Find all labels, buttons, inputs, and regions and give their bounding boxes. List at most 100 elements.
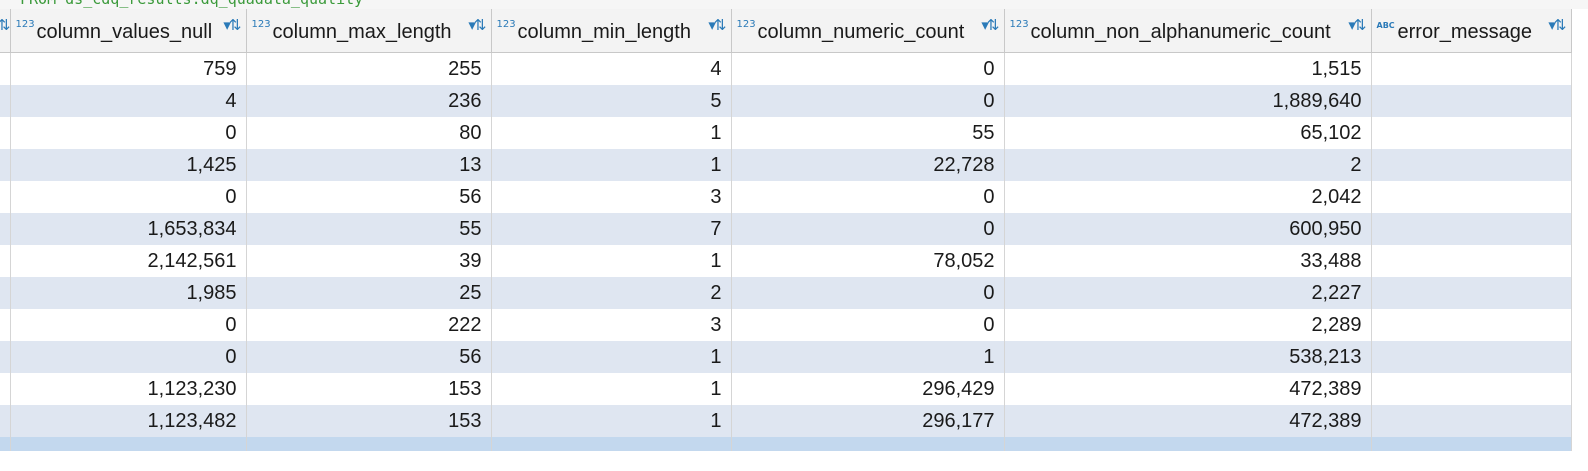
table-cell[interactable]: 4: [491, 52, 732, 85]
table-cell[interactable]: 236: [246, 85, 492, 117]
row-edge-cell[interactable]: [0, 213, 11, 245]
table-cell[interactable]: [1004, 437, 1372, 451]
column-header-non-alphanumeric-count[interactable]: 123 column_non_alphanumeric_count ▾⇅: [1004, 9, 1372, 53]
table-cell[interactable]: [491, 437, 732, 451]
row-edge-cell[interactable]: [0, 149, 11, 181]
table-cell[interactable]: [1371, 213, 1572, 245]
table-cell[interactable]: 0: [731, 52, 1005, 85]
table-cell[interactable]: [246, 437, 492, 451]
table-cell[interactable]: 13: [246, 149, 492, 181]
table-cell[interactable]: 1: [491, 149, 732, 181]
row-edge-cell[interactable]: [0, 373, 11, 405]
table-cell[interactable]: 0: [10, 309, 247, 341]
column-header-min-length[interactable]: 123 column_min_length ▾⇅: [491, 9, 732, 53]
table-cell[interactable]: 153: [246, 405, 492, 437]
table-cell[interactable]: 1: [491, 117, 732, 149]
table-cell[interactable]: 296,177: [731, 405, 1005, 437]
table-cell[interactable]: 1: [491, 341, 732, 373]
table-cell[interactable]: 1,123,230: [10, 373, 247, 405]
table-cell[interactable]: 1: [491, 373, 732, 405]
sort-filter-icon[interactable]: ▾⇅: [1548, 16, 1566, 34]
table-cell[interactable]: 0: [731, 277, 1005, 309]
table-cell[interactable]: 2,289: [1004, 309, 1372, 341]
table-cell[interactable]: [1371, 181, 1572, 213]
table-row[interactable]: 1,985 25 2 0 2,227: [0, 277, 1572, 309]
table-cell[interactable]: [0, 437, 11, 451]
sort-filter-icon[interactable]: ▾⇅: [468, 16, 486, 34]
table-cell[interactable]: 1,985: [10, 277, 247, 309]
table-cell[interactable]: 0: [10, 341, 247, 373]
row-edge-cell[interactable]: [0, 52, 11, 85]
table-cell[interactable]: 80: [246, 117, 492, 149]
table-cell[interactable]: [1371, 341, 1572, 373]
table-row[interactable]: 1,123,230 153 1 296,429 472,389: [0, 373, 1572, 405]
table-cell[interactable]: 472,389: [1004, 405, 1372, 437]
table-cell[interactable]: 22,728: [731, 149, 1005, 181]
table-cell[interactable]: 4: [10, 85, 247, 117]
table-cell[interactable]: 25: [246, 277, 492, 309]
table-cell[interactable]: 222: [246, 309, 492, 341]
table-cell[interactable]: 600,950: [1004, 213, 1372, 245]
table-cell[interactable]: 5: [491, 85, 732, 117]
table-cell[interactable]: [731, 437, 1005, 451]
table-cell[interactable]: 0: [731, 85, 1005, 117]
column-header-numeric-count[interactable]: 123 column_numeric_count ▾⇅: [731, 9, 1005, 53]
table-cell[interactable]: 153: [246, 373, 492, 405]
table-row[interactable]: 0 80 1 55 65,102: [0, 117, 1572, 149]
table-cell[interactable]: 1,653,834: [10, 213, 247, 245]
table-cell[interactable]: 296,429: [731, 373, 1005, 405]
sort-filter-icon[interactable]: ▾⇅: [1348, 16, 1366, 34]
table-cell[interactable]: 0: [731, 213, 1005, 245]
table-cell[interactable]: [1371, 437, 1572, 451]
row-edge-cell[interactable]: [0, 277, 11, 309]
table-cell[interactable]: [1371, 245, 1572, 277]
sort-filter-icon[interactable]: ▾⇅: [981, 16, 999, 34]
table-cell[interactable]: 0: [731, 309, 1005, 341]
table-cell[interactable]: [1371, 149, 1572, 181]
table-cell[interactable]: 1,425: [10, 149, 247, 181]
table-cell[interactable]: 2,227: [1004, 277, 1372, 309]
table-cell[interactable]: 1,123,482: [10, 405, 247, 437]
table-cell[interactable]: 1: [491, 405, 732, 437]
table-cell[interactable]: [1371, 117, 1572, 149]
table-cell[interactable]: [10, 437, 247, 451]
row-edge-cell[interactable]: [0, 245, 11, 277]
table-cell[interactable]: 0: [731, 181, 1005, 213]
column-header-error-message[interactable]: ABC error_message ▾⇅: [1371, 9, 1572, 53]
table-cell[interactable]: 1,889,640: [1004, 85, 1372, 117]
sort-filter-icon[interactable]: ▾⇅: [708, 16, 726, 34]
table-cell[interactable]: [1371, 277, 1572, 309]
table-row[interactable]: 4 236 5 0 1,889,640: [0, 85, 1572, 117]
table-cell[interactable]: 39: [246, 245, 492, 277]
table-cell[interactable]: 1,515: [1004, 52, 1372, 85]
table-cell[interactable]: 33,488: [1004, 245, 1372, 277]
column-header-max-length[interactable]: 123 column_max_length ▾⇅: [246, 9, 492, 53]
table-cell[interactable]: 2,042: [1004, 181, 1372, 213]
sort-filter-icon[interactable]: ▾⇅: [223, 16, 241, 34]
table-cell[interactable]: [1371, 52, 1572, 85]
row-edge-cell[interactable]: [0, 117, 11, 149]
table-cell[interactable]: 1: [731, 341, 1005, 373]
table-cell[interactable]: 65,102: [1004, 117, 1372, 149]
table-cell[interactable]: 0: [10, 181, 247, 213]
table-cell[interactable]: [1371, 85, 1572, 117]
row-edge-cell[interactable]: [0, 181, 11, 213]
table-cell[interactable]: [1371, 309, 1572, 341]
table-row[interactable]: 1,425 13 1 22,728 2: [0, 149, 1572, 181]
table-cell[interactable]: 3: [491, 309, 732, 341]
table-cell[interactable]: 1: [491, 245, 732, 277]
table-cell[interactable]: 3: [491, 181, 732, 213]
table-cell[interactable]: 2: [491, 277, 732, 309]
row-edge-cell[interactable]: [0, 309, 11, 341]
table-cell[interactable]: 255: [246, 52, 492, 85]
table-row[interactable]: 2,142,561 39 1 78,052 33,488: [0, 245, 1572, 277]
table-cell[interactable]: 538,213: [1004, 341, 1372, 373]
table-cell[interactable]: 759: [10, 52, 247, 85]
table-cell[interactable]: 56: [246, 181, 492, 213]
table-row[interactable]: 1,123,482 153 1 296,177 472,389: [0, 405, 1572, 437]
column-header-values-null[interactable]: 123 column_values_null ▾⇅: [10, 9, 247, 53]
row-edge-cell[interactable]: [0, 405, 11, 437]
table-row[interactable]: 759 255 4 0 1,515: [0, 52, 1572, 85]
table-cell[interactable]: 2,142,561: [10, 245, 247, 277]
row-edge-cell[interactable]: [0, 85, 11, 117]
